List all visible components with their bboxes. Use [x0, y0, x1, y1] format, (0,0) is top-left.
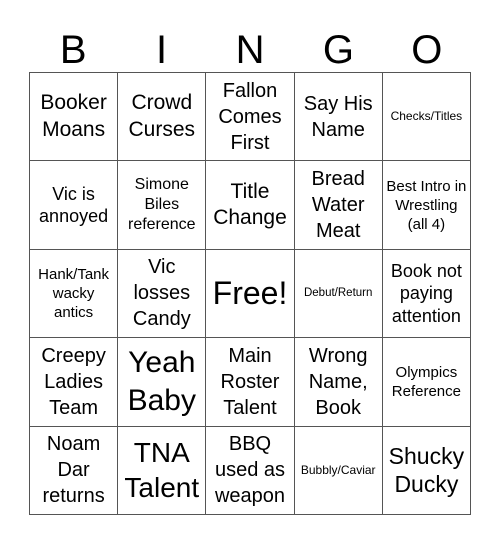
bingo-cell[interactable]: Wrong Name, Book: [294, 338, 383, 427]
bingo-cell[interactable]: BBQ used as weapon: [206, 426, 295, 515]
bingo-cell[interactable]: Checks/Titles: [382, 73, 471, 162]
bingo-cell[interactable]: Vic is annoyed: [30, 161, 119, 250]
bingo-cell[interactable]: Yeah Baby: [118, 338, 207, 427]
header-letter-o: O: [411, 28, 443, 72]
bingo-cell[interactable]: Olympics Reference: [382, 338, 471, 427]
bingo-cell[interactable]: Noam Dar returns: [30, 426, 119, 515]
header-letter-g: G: [322, 28, 354, 72]
bingo-cell[interactable]: Crowd Curses: [118, 73, 207, 162]
bingo-cell[interactable]: Vic losses Candy: [118, 249, 207, 339]
bingo-cell[interactable]: Fallon Comes First: [206, 73, 295, 162]
bingo-cell[interactable]: Best Intro in Wrestling (all 4): [382, 161, 471, 250]
bingo-cell[interactable]: Shucky Ducky: [382, 426, 471, 515]
header-letter-i: I: [156, 28, 168, 72]
bingo-cell[interactable]: Hank/Tank wacky antics: [30, 249, 119, 339]
bingo-cell[interactable]: Booker Moans: [30, 73, 119, 162]
bingo-cell[interactable]: Bubbly/Caviar: [294, 426, 383, 515]
bingo-cell[interactable]: Creepy Ladies Team: [30, 338, 119, 427]
bingo-cell[interactable]: Title Change: [206, 161, 295, 250]
bingo-cell[interactable]: Simone Biles reference: [118, 161, 207, 250]
bingo-cell[interactable]: Bread Water Meat: [294, 161, 383, 250]
bingo-grid: Booker Moans Crowd Curses Fallon Comes F…: [29, 72, 471, 515]
bingo-cell[interactable]: Say His Name: [294, 73, 383, 162]
header-letter-b: B: [59, 28, 87, 72]
bingo-cell[interactable]: TNA Talent: [118, 426, 207, 515]
bingo-cell[interactable]: Debut/Return: [294, 249, 383, 339]
free-space[interactable]: Free!: [206, 249, 295, 339]
bingo-cell[interactable]: Book not paying attention: [382, 249, 471, 339]
header-letter-n: N: [235, 28, 265, 72]
bingo-header: B I N G O: [29, 28, 471, 72]
bingo-cell[interactable]: Main Roster Talent: [206, 338, 295, 427]
